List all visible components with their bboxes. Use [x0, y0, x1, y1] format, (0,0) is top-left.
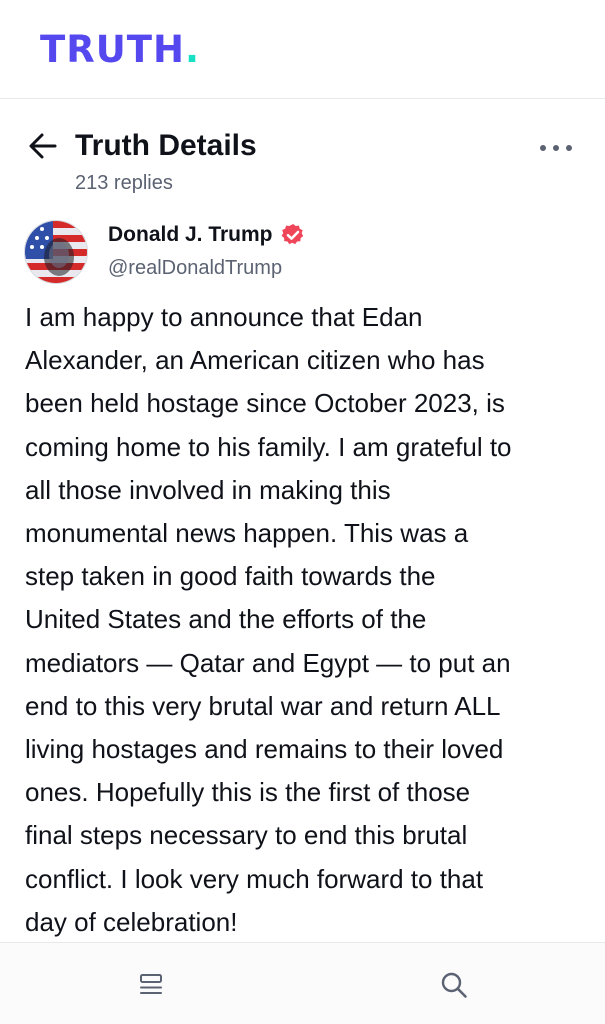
logo-text: TRUTH — [40, 28, 185, 71]
post-line: been held hostage since October 2023, is — [25, 388, 505, 419]
post-body: I am happy to announce that Edan Alexand… — [25, 296, 585, 944]
post-line: conflict. I look very much forward to th… — [25, 863, 484, 894]
post-line: day of celebration! — [25, 906, 238, 937]
post-line: mediators — Qatar and Egypt — to put an — [25, 647, 511, 678]
feed-icon[interactable] — [137, 971, 165, 999]
author-handle[interactable]: @realDonaldTrump — [108, 256, 282, 280]
reply-count: 213 replies — [75, 172, 173, 194]
post-line: ones. Hopefully this is the first of tho… — [25, 777, 471, 808]
top-bar: TRUTH. — [0, 0, 605, 99]
search-icon[interactable] — [439, 970, 469, 1000]
flag-portrait-icon — [25, 221, 87, 283]
post-line: monumental news happen. This was a — [25, 518, 469, 549]
post-line: I am happy to announce that Edan — [25, 302, 423, 332]
post-line: Alexander, an American citizen who has — [25, 345, 485, 376]
truth-logo[interactable]: TRUTH. — [40, 30, 200, 70]
arrow-left-icon[interactable] — [28, 132, 58, 160]
post-line: United States and the efforts of the — [25, 604, 427, 635]
post-line: all those involved in making this — [25, 474, 391, 505]
more-horizontal-icon[interactable] — [538, 140, 574, 156]
post-line: step taken in good faith towards the — [25, 561, 436, 592]
post-line: end to this very brutal war and return A… — [25, 690, 501, 721]
post-line: living hostages and remains to their lov… — [25, 734, 504, 765]
post-line: coming home to his family. I am grateful… — [25, 431, 512, 462]
author-name-row: Donald J. Trump — [108, 222, 305, 248]
verified-badge-icon — [281, 223, 303, 245]
page-header: Truth Details 213 replies — [0, 112, 605, 202]
post-line: final steps necessary to end this brutal — [25, 820, 468, 851]
page-title: Truth Details — [75, 129, 257, 162]
bottom-navigation — [0, 942, 605, 1024]
author-name[interactable]: Donald J. Trump — [108, 222, 273, 248]
logo-dot: . — [184, 28, 201, 71]
avatar[interactable] — [24, 220, 88, 284]
post-author: Donald J. Trump @realDonaldTrump — [24, 218, 584, 284]
